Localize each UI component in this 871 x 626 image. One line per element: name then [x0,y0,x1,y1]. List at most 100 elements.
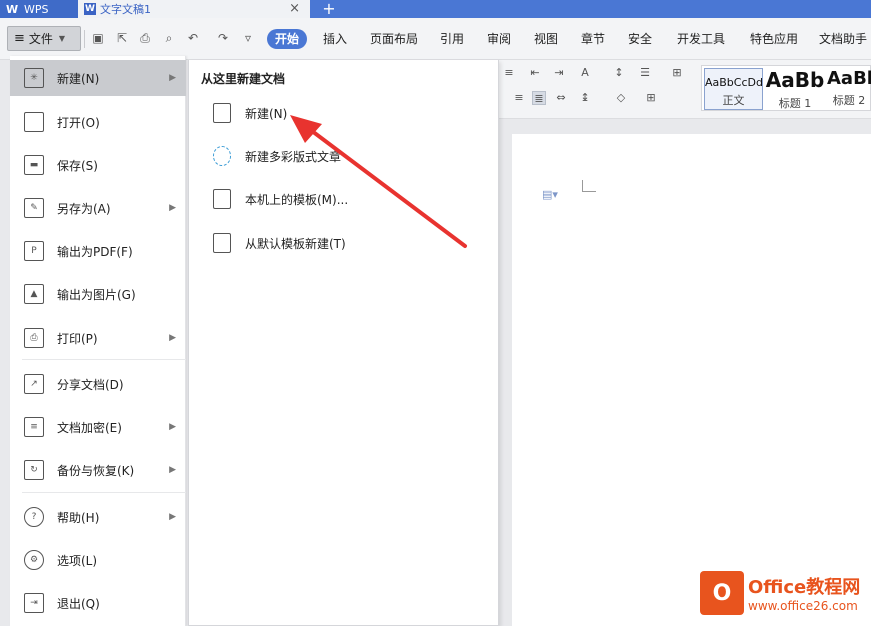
menu-tab-6[interactable]: 章节 [581,29,605,49]
menu-tab-7[interactable]: 安全 [628,29,652,49]
menu-tab-2[interactable]: 页面布局 [370,29,418,49]
margin-corner-mark [582,180,596,192]
document-page[interactable]: ▤▾ [512,134,871,626]
menu-tab-0[interactable]: 开始 [267,29,308,49]
export-icon[interactable]: ⇱ [114,30,130,46]
file-menu-item-label: 备份与恢复(K) [57,463,135,478]
submenu-item-new[interactable]: 新建(N) [213,100,287,126]
file-menu-item-exit[interactable]: ⇥ 退出(Q) [10,585,186,621]
style-normal[interactable]: AaBbCcDd 正文 [704,68,763,110]
file-menu-item-label: 退出(Q) [57,596,100,611]
file-menu-item-label: 分享文档(D) [57,377,124,392]
shading-icon[interactable]: ◇ [614,91,628,105]
printer-icon: ⎙ [24,328,44,348]
save-icon[interactable]: ▣ [90,30,106,46]
menu-tab-1[interactable]: 插入 [323,29,347,49]
file-menu-item-share[interactable]: ↗ 分享文档(D) [10,366,186,402]
style-sample: AaBb [827,68,871,89]
text-size-icon[interactable]: A [578,66,592,80]
colorful-doc-icon [213,146,231,166]
chevron-right-icon: ▶ [169,333,176,343]
sort-icon[interactable]: ↕ [612,66,626,80]
file-menu-item-help[interactable]: ? 帮助(H) ▶ [10,499,186,535]
gear-icon: ⚙ [24,550,44,570]
list-icon[interactable]: ≡ [502,66,516,80]
submenu-item-colorful[interactable]: 新建多彩版式文章 [213,143,341,169]
local-template-icon [213,189,231,209]
style-name: 标题 2 [832,94,866,107]
file-menu-item-encrypt[interactable]: ≡ 文档加密(E) ▶ [10,409,186,445]
justify-icon[interactable]: ≣ [532,91,546,105]
file-menu-item-label: 输出为PDF(F) [57,244,133,259]
increase-indent-icon[interactable]: ⇥ [552,66,566,80]
menu-tab-9[interactable]: 特色应用 [750,29,798,49]
file-menu-item-backup[interactable]: ↻ 备份与恢复(K) ▶ [10,452,186,488]
new-tab-button[interactable]: + [320,0,338,18]
file-menu-item-label: 保存(S) [57,158,98,173]
new-doc-icon [213,103,231,123]
submenu-item-local-template[interactable]: 本机上的模板(M)... [213,186,348,212]
file-menu-item-print[interactable]: ⎙ 打印(P) ▶ [10,320,186,356]
chevron-right-icon: ▶ [169,512,176,522]
tab-wps-home[interactable]: W WPS [0,0,78,18]
undo-icon[interactable]: ↶ [185,30,201,46]
file-menu-item-export-image[interactable]: ▲ 输出为图片(G) [10,276,186,312]
chevron-down-icon: ▼ [58,34,66,43]
chevron-right-icon: ▶ [169,203,176,213]
menu-tab-10[interactable]: 文档助手 [819,29,867,49]
tab-document[interactable]: W 文字文稿1 × [78,0,310,18]
file-menu-item-label: 输出为图片(G) [57,287,136,302]
file-menu-item-label: 帮助(H) [57,510,100,525]
print-icon[interactable]: ⎙ [137,30,153,46]
distribute-icon[interactable]: ⇔ [554,91,568,105]
menu-tab-3[interactable]: 引用 [440,29,464,49]
file-menu-item-label: 新建(N) [57,71,100,86]
office-logo-icon: O [700,571,744,615]
menu-bar: ≡ 文件 ▼ ▣ ⇱ ⎙ ⌕ ↶ ↷ ▿ 开始 插入 页面布局 引用 审阅 视图… [0,18,871,60]
paste-options-icon[interactable]: ▤▾ [542,188,558,201]
file-menu-button[interactable]: ≡ 文件 ▼ [7,26,81,51]
save-icon: ▬ [24,155,44,175]
file-menu-item-label: 文档加密(E) [57,420,122,435]
ribbon-panel: ≡ ⇤ ⇥ A ↕ ☰ ⊞ ≡ ≣ ⇔ ↨ ◇ ⊞ AaBbCcDd 正文 Aa… [498,60,871,119]
submenu-item-default-template[interactable]: 从默认模板新建(T) [213,230,346,256]
file-menu-item-open[interactable]: 打开(O) [10,104,186,140]
file-menu-item-export-pdf[interactable]: P 输出为PDF(F) [10,233,186,269]
submenu-title: 从这里新建文档 [201,72,286,86]
word-doc-icon: W [84,3,96,15]
paragraph-spacing-icon[interactable]: ☰ [638,66,652,80]
menu-tab-4[interactable]: 审阅 [487,29,511,49]
print-preview-icon[interactable]: ⌕ [161,30,177,46]
file-menu-item-new[interactable]: ✳ 新建(N) ▶ [10,60,186,96]
borders-icon[interactable]: ⊞ [644,91,658,105]
menu-tab-8[interactable]: 开发工具 [677,29,725,49]
align-left-icon[interactable]: ≡ [512,91,526,105]
file-menu-item-save-as[interactable]: ✎ 另存为(A) ▶ [10,190,186,226]
file-menu-item-label: 打印(P) [57,331,98,346]
file-menu-item-save[interactable]: ▬ 保存(S) [10,147,186,183]
watermark-url: www.office26.com [748,599,858,613]
submenu-item-label: 新建多彩版式文章 [245,149,342,164]
menu-tab-5[interactable]: 视图 [534,29,558,49]
encrypt-icon: ≡ [24,417,44,437]
new-doc-icon: ✳ [24,68,44,88]
chevron-right-icon: ▶ [169,422,176,432]
file-menu-item-label: 打开(O) [57,115,100,130]
default-template-icon [213,233,231,253]
customize-icon[interactable]: ▿ [240,30,256,46]
chevron-right-icon: ▶ [169,465,176,475]
help-icon: ? [24,507,44,527]
style-heading-2[interactable]: AaBb 标题 2 [827,68,871,110]
redo-icon[interactable]: ↷ [215,30,231,46]
table-icon[interactable]: ⊞ [670,66,684,80]
styles-gallery: AaBbCcDd 正文 AaBb 标题 1 AaBb 标题 2 [701,65,871,111]
file-menu-item-options[interactable]: ⚙ 选项(L) [10,542,186,578]
decrease-indent-icon[interactable]: ⇤ [528,66,542,80]
wps-logo-icon: W [6,3,19,16]
close-tab-icon[interactable]: × [289,0,300,18]
style-sample: AaBb [765,68,825,92]
menu-divider [22,492,186,493]
style-heading-1[interactable]: AaBb 标题 1 [765,68,825,110]
share-icon: ↗ [24,374,44,394]
line-spacing-icon[interactable]: ↨ [578,91,592,105]
